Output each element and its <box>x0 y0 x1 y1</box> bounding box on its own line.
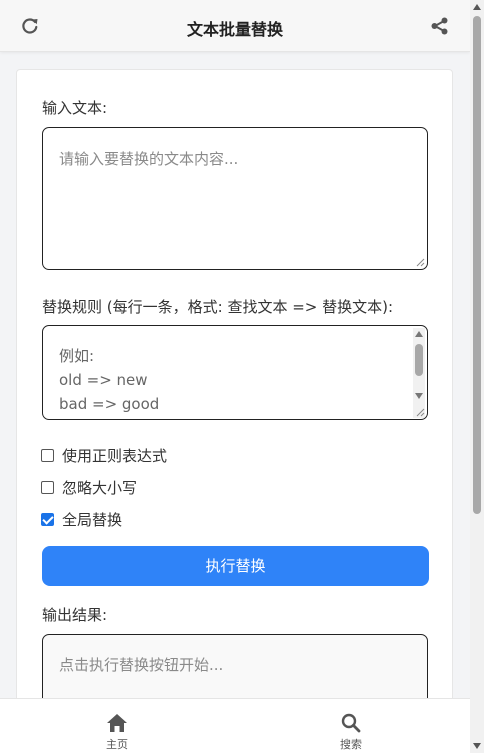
ignore-case-checkbox[interactable] <box>41 480 54 494</box>
resize-handle-icon[interactable] <box>415 257 425 267</box>
global-checkbox[interactable] <box>41 512 54 526</box>
bottom-nav: 主页 搜索 <box>0 698 470 753</box>
rules-line: 例如: <box>59 347 95 365</box>
nav-label: 搜索 <box>340 738 362 751</box>
option-label: 使用正则表达式 <box>62 446 168 465</box>
option-label: 全局替换 <box>62 510 123 529</box>
scroll-up-arrow-icon[interactable] <box>415 330 423 338</box>
nav-label: 主页 <box>106 738 128 751</box>
option-global[interactable]: 全局替换 <box>41 509 122 529</box>
input-label: 输入文本: <box>42 99 108 117</box>
option-label: 忽略大小写 <box>62 478 138 497</box>
scroll-down-arrow-icon[interactable] <box>415 392 423 400</box>
rules-text: 例如: old => new bad => good <box>59 344 159 416</box>
app-header: 文本批量替换 <box>0 0 470 52</box>
input-textarea[interactable]: 请输入要替换的文本内容... <box>42 127 428 270</box>
rules-line: bad => good <box>59 395 160 413</box>
share-icon[interactable] <box>430 16 450 36</box>
execute-button[interactable]: 执行替换 <box>42 546 429 586</box>
page-scrollbar-thumb[interactable] <box>473 16 481 514</box>
main-card: 输入文本: 请输入要替换的文本内容... 替换规则 (每行一条，格式: 查找文本… <box>16 69 453 753</box>
rules-textarea[interactable]: 例如: old => new bad => good <box>42 325 428 420</box>
home-icon <box>107 714 127 732</box>
input-placeholder: 请输入要替换的文本内容... <box>59 150 239 168</box>
regex-checkbox[interactable] <box>41 448 54 462</box>
resize-handle-icon[interactable] <box>415 407 425 417</box>
output-placeholder: 点击执行替换按钮开始... <box>59 656 224 674</box>
scroll-up-arrow-icon[interactable] <box>470 0 484 14</box>
output-label: 输出结果: <box>42 606 108 624</box>
rules-label: 替换规则 (每行一条，格式: 查找文本 => 替换文本): <box>42 298 394 316</box>
option-ignore-case[interactable]: 忽略大小写 <box>41 477 137 497</box>
nav-item-search[interactable]: 搜索 <box>321 713 381 752</box>
scroll-down-arrow-icon[interactable] <box>470 739 484 753</box>
rules-scrollbar-thumb[interactable] <box>415 344 423 376</box>
option-regex[interactable]: 使用正则表达式 <box>41 445 167 465</box>
nav-item-home[interactable]: 主页 <box>87 713 147 752</box>
search-icon <box>341 713 361 733</box>
page-title: 文本批量替换 <box>186 20 283 39</box>
rules-line: old => new <box>59 371 148 389</box>
